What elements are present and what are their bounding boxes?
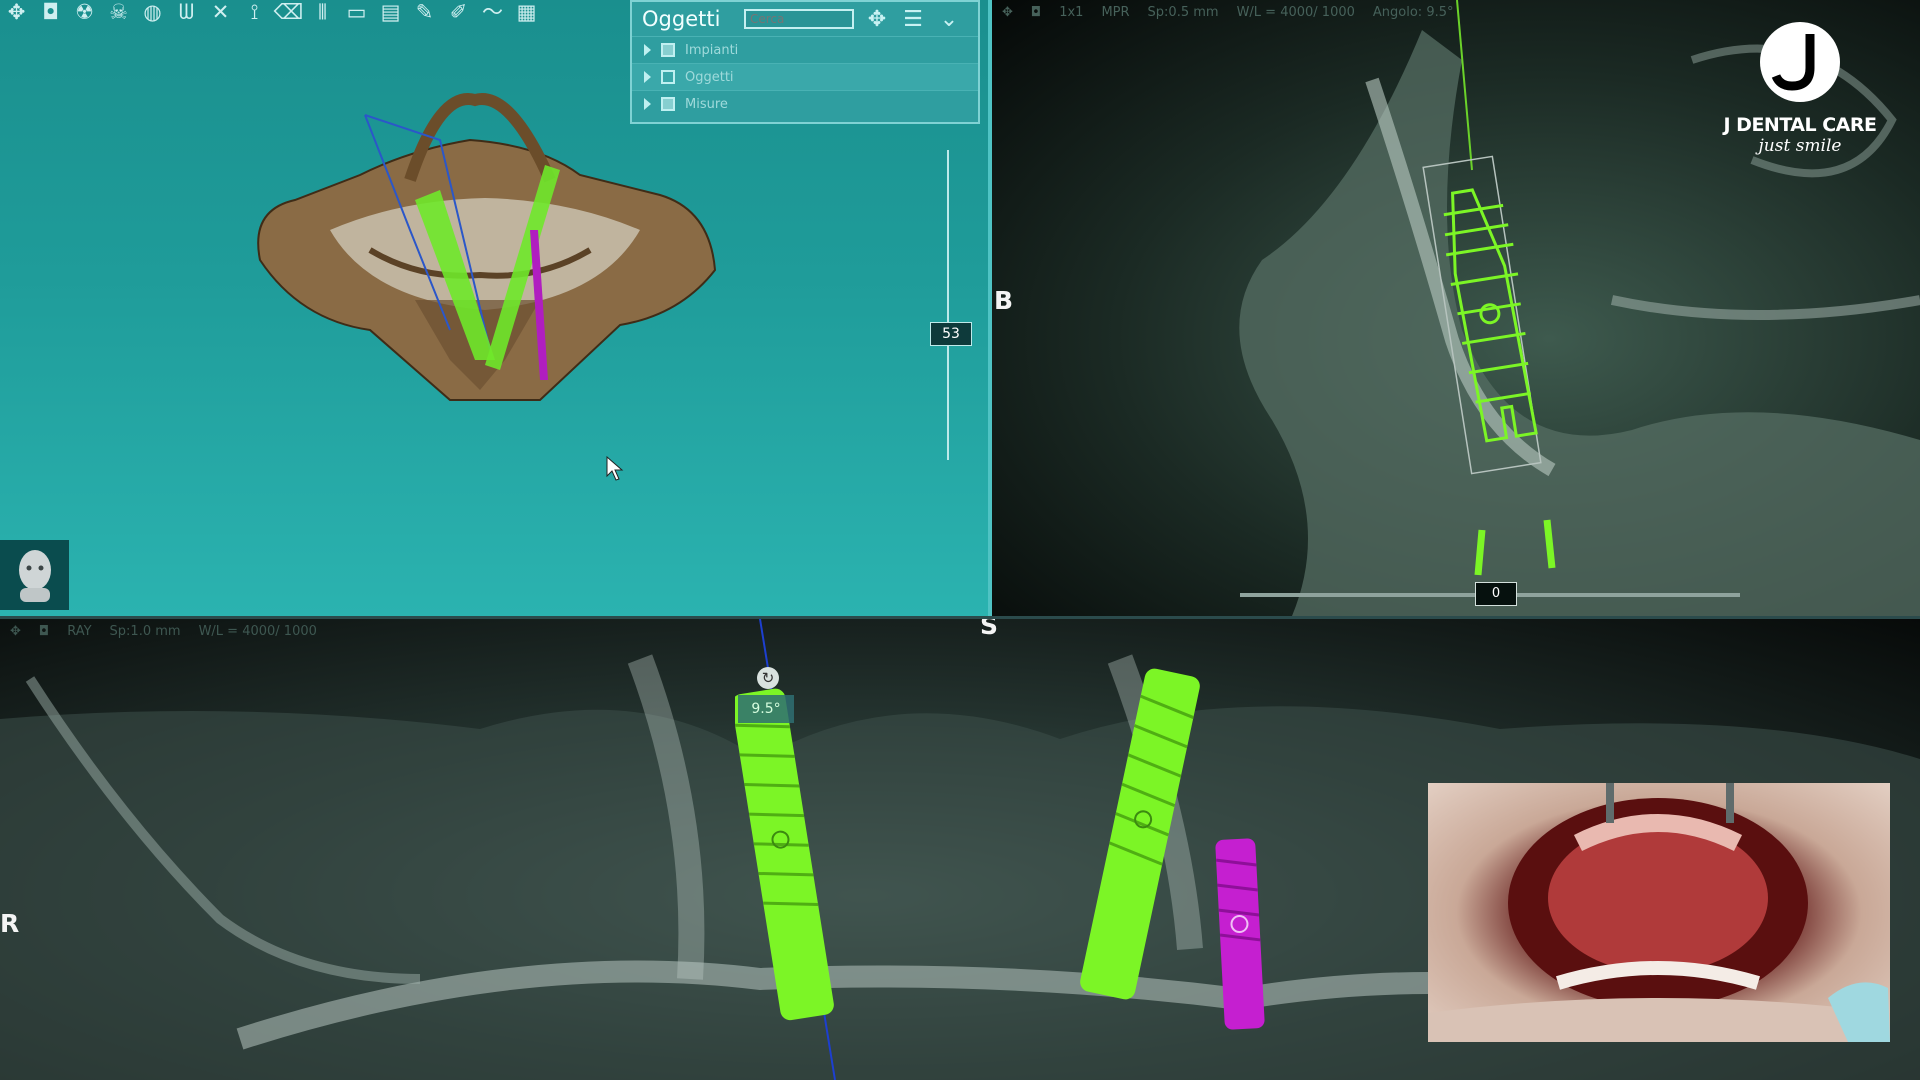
checkbox[interactable] [661,97,675,111]
menu-icon[interactable]: ☰ [900,7,926,32]
move-icon[interactable]: ✥ [864,7,890,32]
radiation-icon[interactable]: ☢ [70,0,99,24]
print-icon[interactable]: ▭ [342,0,371,24]
brand-tagline: just smile [1758,136,1842,156]
mpr-view[interactable]: ✥ ◘ 1x1 MPR Sp:0.5 mm W/L = 4000/ 1000 A… [992,0,1920,616]
mouth-photo [1428,783,1890,1042]
angle-readout: 9.5° [738,695,794,723]
tree-item-objects[interactable]: Oggetti [632,63,978,90]
teeth-icon[interactable]: ⫴ [308,0,337,24]
depth-slider[interactable] [947,150,949,460]
objects-panel: Oggetti ✥ ☰ ⌄ Impianti Oggetti Misure [630,0,980,124]
panel-title: Oggetti [642,7,721,31]
move-icon[interactable]: ✥ [2,0,31,24]
panel-header: Oggetti ✥ ☰ ⌄ [632,2,978,36]
expand-icon[interactable] [644,71,651,83]
implant-green-right[interactable] [1080,659,1200,1009]
curve-icon[interactable]: 〜 [478,0,507,24]
sphere-icon[interactable]: ◍ [138,0,167,24]
stack-icon[interactable]: ▤ [376,0,405,24]
3d-viewport[interactable]: ✥ ◘ ☢ ☠ ◍ ᗯ ✕ ⟟ ⌫ ⫴ ▭ ▤ ✎ ✐ 〜 ▦ Oggetti … [0,0,988,618]
checkbox[interactable] [661,43,675,57]
implant-magenta[interactable] [1210,834,1270,1034]
tree-item-label: Misure [685,96,728,112]
tree-item-implants[interactable]: Impianti [632,36,978,63]
orientation-marker-b: B [994,286,1014,315]
grid-icon[interactable]: ▦ [512,0,541,24]
orientation-head-icon[interactable] [0,540,69,610]
logo-mark-icon [1760,22,1840,102]
pen-icon[interactable]: ✎ [410,0,439,24]
toolbar: ✥ ◘ ☢ ☠ ◍ ᗯ ✕ ⟟ ⌫ ⫴ ▭ ▤ ✎ ✐ 〜 ▦ [0,0,543,26]
orientation-marker-s: S [980,619,999,640]
camera-icon[interactable]: ◘ [36,0,65,24]
brand-name: J DENTAL CARE [1723,114,1877,136]
tree-item-label: Oggetti [685,69,734,85]
pen-edit-icon[interactable]: ✐ [444,0,473,24]
brand-logo: J DENTAL CARE just smile [1710,20,1890,170]
tooth-icon[interactable]: ᗯ [172,0,201,24]
implant-icon[interactable]: ⟟ [240,0,269,24]
orientation-marker-r: R [0,909,20,938]
close-icon[interactable]: ✕ [206,0,235,24]
search-input[interactable] [744,9,854,29]
eraser-icon[interactable]: ⌫ [274,0,304,24]
chevron-down-icon[interactable]: ⌄ [936,7,962,32]
expand-icon[interactable] [644,44,651,56]
depth-value[interactable]: 53 [930,322,972,346]
mpr-slice-value[interactable]: 0 [1475,582,1517,606]
mouse-cursor-icon [606,456,624,481]
expand-icon[interactable] [644,98,651,110]
implant-green-left[interactable] [735,669,835,1029]
intraoral-camera-inset [1428,783,1890,1042]
tree-item-label: Impianti [685,42,739,58]
tree-item-measures[interactable]: Misure [632,90,978,117]
skull-3d-render[interactable] [240,80,740,410]
skull-icon[interactable]: ☠ [104,0,133,24]
checkbox[interactable] [661,70,675,84]
rotate-handle-icon[interactable]: ↻ [757,667,779,689]
